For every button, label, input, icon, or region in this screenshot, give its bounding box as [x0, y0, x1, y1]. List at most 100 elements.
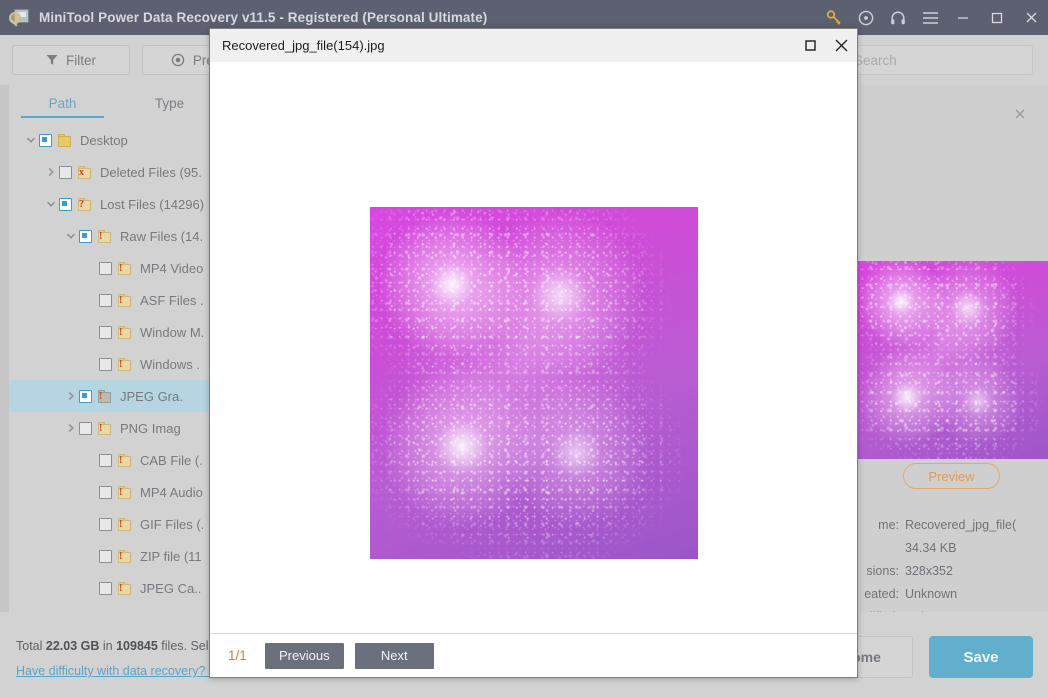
dialog-title-bar: Recovered_jpg_file(154).jpg — [210, 29, 857, 62]
tree-item-label: GIF Files (. — [140, 517, 204, 532]
window-title: MiniTool Power Data Recovery v11.5 - Reg… — [39, 10, 487, 25]
tree-item[interactable]: ! PNG Imag — [9, 412, 223, 444]
tree-item[interactable]: ? Lost Files (14296) — [9, 188, 223, 220]
tree-item-label: Windows . — [140, 357, 200, 372]
tree-item[interactable]: ! ZIP file (11 — [9, 540, 223, 572]
tree-item[interactable]: Desktop — [9, 124, 223, 156]
status-summary: Total 22.03 GB in 109845 files. Sele — [16, 639, 215, 653]
status-total-middle: in — [99, 639, 116, 653]
tree-item-checkbox[interactable] — [79, 422, 92, 435]
tree-item[interactable]: ! Windows . — [9, 348, 223, 380]
chevron-down-icon[interactable] — [63, 231, 79, 241]
help-link[interactable]: Have difficulty with data recovery? C — [16, 664, 218, 678]
eye-icon — [171, 53, 185, 67]
funnel-icon — [46, 54, 58, 66]
dialog-close-button[interactable] — [826, 29, 857, 62]
tab-path-label: Path — [49, 96, 77, 111]
tree-item[interactable]: ! JPEG Gra. — [9, 380, 223, 412]
tree-item[interactable]: ! Raw Files (14. — [9, 220, 223, 252]
collapsed-panel-strip[interactable] — [0, 85, 9, 612]
tree-item-checkbox[interactable] — [99, 262, 112, 275]
tree-item-checkbox[interactable] — [79, 230, 92, 243]
folder-icon: ! — [118, 550, 133, 563]
folder-icon: ! — [118, 262, 133, 275]
detail-row: sions: 328x352 — [855, 559, 1048, 582]
tree-item-label: CAB File (. — [140, 453, 203, 468]
detail-row: 34.34 KB — [855, 536, 1048, 559]
tree-item-checkbox[interactable] — [99, 518, 112, 531]
dialog-body — [210, 62, 857, 633]
tree-item-checkbox[interactable] — [59, 198, 72, 211]
detail-row-key: eated: — [855, 587, 905, 601]
tab-type[interactable]: Type — [116, 96, 223, 118]
filter-button[interactable]: Filter — [12, 45, 130, 75]
tree-item-label: JPEG Ca.. — [140, 581, 201, 596]
tree-item[interactable]: ! GIF Files (. — [9, 508, 223, 540]
tree-item[interactable]: ! MP4 Video — [9, 252, 223, 284]
chevron-down-icon[interactable] — [43, 199, 59, 209]
headphones-icon[interactable] — [882, 0, 914, 35]
tree-item[interactable]: ! JPEG Ca.. — [9, 572, 223, 604]
minimize-button[interactable] — [946, 0, 980, 35]
tree-item[interactable]: ! CAB File (. — [9, 444, 223, 476]
preview-image — [370, 207, 698, 559]
tree-item-label: MP4 Audio — [140, 485, 203, 500]
detail-panel-close-icon[interactable] — [1014, 108, 1026, 122]
tree-item-label: ASF Files . — [140, 293, 204, 308]
chevron-down-icon[interactable] — [23, 135, 39, 145]
chevron-right-icon[interactable] — [43, 167, 59, 177]
tree-item[interactable]: ! Window M. — [9, 316, 223, 348]
tree-item-checkbox[interactable] — [99, 486, 112, 499]
folder-icon: ! — [118, 518, 133, 531]
close-button[interactable] — [1014, 0, 1048, 35]
hamburger-menu-icon[interactable] — [914, 0, 946, 35]
detail-preview-label: Preview — [928, 469, 974, 484]
folder-icon: ! — [118, 326, 133, 339]
previous-button[interactable]: Previous — [265, 643, 344, 669]
path-tree: Desktop x Deleted Files (95.? Lost Files (1… — [9, 118, 223, 604]
sidebar: Path Type Desktop x Deleted Files (95.? Los… — [9, 85, 224, 612]
detail-thumbnail — [855, 261, 1048, 459]
dialog-maximize-button[interactable] — [795, 29, 826, 62]
tree-item-checkbox[interactable] — [99, 358, 112, 371]
next-button[interactable]: Next — [355, 643, 434, 669]
tree-item[interactable]: ! ASF Files . — [9, 284, 223, 316]
folder-icon: ! — [98, 230, 113, 243]
image-preview-dialog: Recovered_jpg_file(154).jpg 1/1 Previous… — [209, 28, 858, 678]
detail-row: eated: Unknown — [855, 582, 1048, 605]
folder-icon: ! — [98, 422, 113, 435]
tree-item-checkbox[interactable] — [59, 166, 72, 179]
detail-row-value: 328x352 — [905, 564, 953, 578]
tab-type-label: Type — [155, 96, 184, 111]
tree-item-checkbox[interactable] — [99, 582, 112, 595]
search-input[interactable]: Search — [843, 45, 1033, 75]
tree-item[interactable]: ! MP4 Audio — [9, 476, 223, 508]
save-button-label: Save — [963, 649, 998, 666]
tree-item-label: JPEG Gra. — [120, 389, 183, 404]
detail-row-value: 34.34 KB — [905, 541, 956, 555]
detail-row: me: Recovered_jpg_file( — [855, 513, 1048, 536]
folder-icon: x — [78, 166, 93, 179]
detail-row-key: me: — [855, 518, 905, 532]
chevron-right-icon[interactable] — [63, 391, 79, 401]
filter-button-label: Filter — [66, 53, 96, 68]
tree-item-checkbox[interactable] — [79, 390, 92, 403]
detail-row-value: Unknown — [905, 587, 957, 601]
tab-path[interactable]: Path — [9, 96, 116, 118]
maximize-button[interactable] — [980, 0, 1014, 35]
tree-item-label: Lost Files (14296) — [100, 197, 204, 212]
save-button[interactable]: Save — [929, 636, 1033, 678]
tree-item-checkbox[interactable] — [99, 550, 112, 563]
tree-item-checkbox[interactable] — [39, 134, 52, 147]
tree-item-checkbox[interactable] — [99, 326, 112, 339]
tree-item[interactable]: x Deleted Files (95. — [9, 156, 223, 188]
tree-item-checkbox[interactable] — [99, 454, 112, 467]
folder-icon: ? — [78, 198, 93, 211]
detail-preview-button[interactable]: Preview — [903, 463, 999, 489]
chevron-right-icon[interactable] — [63, 423, 79, 433]
tree-item-label: ZIP file (11 — [140, 549, 202, 564]
tree-item-checkbox[interactable] — [99, 294, 112, 307]
folder-icon: ! — [118, 358, 133, 371]
status-total-size: 22.03 GB — [46, 639, 100, 653]
page-indicator: 1/1 — [228, 648, 247, 663]
